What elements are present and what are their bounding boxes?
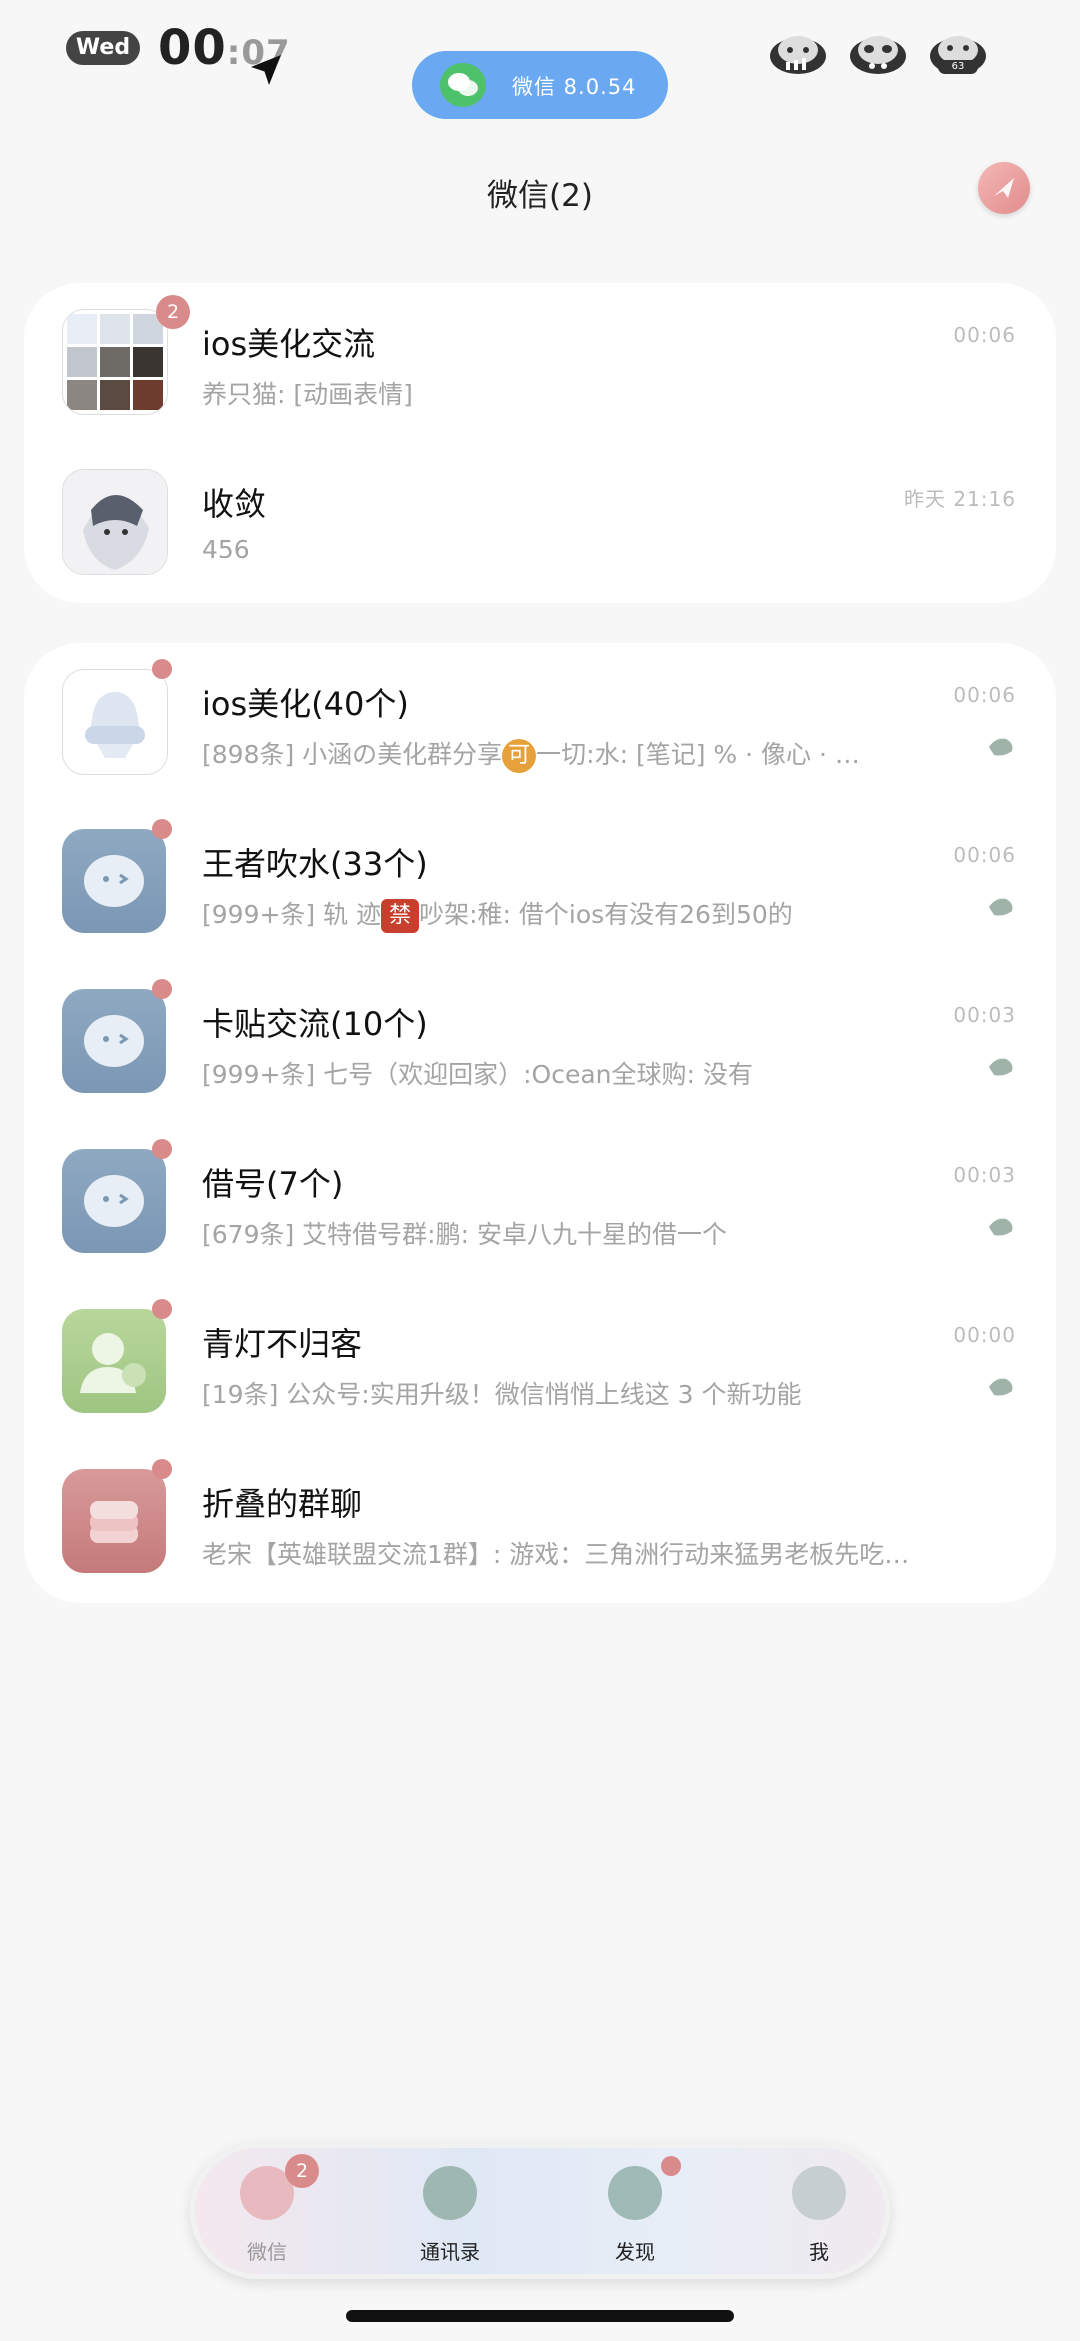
chat-row-ios-beautify[interactable]: ios美化(40个) [898条] 小涵の美化群分享可一切:水: [笔记] % … — [24, 643, 1056, 803]
chat-row-converge[interactable]: 收敛 456 昨天 21:16 — [24, 443, 1056, 603]
profile-pig-icon — [792, 2166, 846, 2220]
battery-panda-icon: 63 — [928, 30, 988, 76]
chat-row-ios-beautify-exchange[interactable]: 2 ios美化交流 养只猫: [动画表情] 00:06 — [24, 283, 1056, 443]
pinned-card: 2 ios美化交流 养只猫: [动画表情] 00:06 收敛 456 昨天 21… — [24, 283, 1056, 603]
preview-text-b: 一切:水: [笔记] % · 像心 · … — [536, 740, 860, 769]
preview-text-a: [999+条] 轨 迹 — [202, 900, 382, 929]
chat-row-qingdeng[interactable]: 青灯不归客 [19条] 公众号:实用升级！微信悄悄上线这 3 个新功能 00:0… — [24, 1283, 1056, 1443]
status-bar: Wed 00:07 微信 8.0.54 63 — [0, 0, 1080, 120]
ban-emoji-icon: 禁 — [381, 899, 420, 933]
signal-panda-icon — [768, 30, 828, 76]
mute-icon — [989, 738, 1013, 756]
chat-preview: [19条] 公众号:实用升级！微信悄悄上线这 3 个新功能 — [202, 1380, 802, 1409]
unread-dot — [152, 1299, 172, 1319]
wechat-logo-icon — [440, 63, 486, 107]
chat-time: 00:06 — [953, 683, 1016, 707]
compass-icon — [608, 2166, 662, 2220]
preview-text-a: [898条] 小涵の美化群分享 — [202, 740, 503, 769]
chats-card: ios美化(40个) [898条] 小涵の美化群分享可一切:水: [笔记] % … — [24, 643, 1056, 1603]
chat-time: 昨天 21:16 — [904, 487, 1016, 511]
chat-preview: 456 — [202, 535, 250, 564]
unread-dot — [152, 819, 172, 839]
chat-row-folded-groups[interactable]: 折叠的群聊 老宋【英雄联盟交流1群】: 游戏：三角洲行动来猛男老板先吃… — [24, 1443, 1056, 1603]
mute-icon — [989, 1378, 1013, 1396]
mute-icon — [989, 1058, 1013, 1076]
paper-plane-icon — [994, 178, 1014, 198]
tab-contacts-label: 通讯录 — [420, 2240, 480, 2264]
chat-name: 青灯不归客 — [202, 1325, 363, 1363]
tab-me-label: 我 — [809, 2240, 829, 2264]
contacts-icon — [423, 2166, 477, 2220]
mute-icon — [989, 898, 1013, 916]
day-pill: Wed — [66, 31, 140, 65]
chat-preview: 老宋【英雄联盟交流1群】: 游戏：三角洲行动来猛男老板先吃… — [202, 1540, 910, 1569]
group-avatar — [62, 989, 166, 1093]
chat-time: 00:03 — [953, 1163, 1016, 1187]
chat-preview: [679条] 艾特借号群:鹏: 安卓八九十星的借一个 — [202, 1220, 727, 1249]
unread-dot — [152, 659, 172, 679]
official-account-avatar — [62, 1309, 166, 1413]
wifi-panda-icon — [848, 30, 908, 76]
tab-me[interactable]: 我 — [759, 2148, 879, 2274]
page-title: 微信(2) — [487, 178, 593, 214]
tab-discover[interactable]: 发现 — [575, 2148, 695, 2274]
chat-row-card-sticker[interactable]: 卡贴交流(10个) [999+条] 七号（欢迎回家）:Ocean全球购: 没有 … — [24, 963, 1056, 1123]
location-arrow-icon — [251, 55, 281, 85]
tab-discover-label: 发现 — [615, 2240, 655, 2264]
unread-dot — [152, 979, 172, 999]
chat-name: ios美化(40个) — [202, 685, 409, 723]
tab-bar: 2 微信 通讯录 发现 我 — [190, 2143, 890, 2279]
chat-preview: [999+条] 七号（欢迎回家）:Ocean全球购: 没有 — [202, 1060, 753, 1089]
contact-avatar — [62, 469, 168, 575]
group-avatar — [62, 1149, 166, 1253]
chat-time: 00:06 — [953, 323, 1016, 347]
chat-preview: 养只猫: [动画表情] — [202, 380, 413, 409]
chat-name: 王者吹水(33个) — [202, 845, 428, 883]
group-avatar — [62, 309, 168, 415]
chat-row-king-chat[interactable]: 王者吹水(33个) [999+条] 轨 迹禁吵架:稚: 借个ios有没有26到5… — [24, 803, 1056, 963]
chat-name: ios美化交流 — [202, 325, 376, 363]
chat-name: 卡贴交流(10个) — [202, 1005, 428, 1043]
battery-level: 63 — [938, 60, 978, 74]
tab-wechat-label: 微信 — [247, 2240, 287, 2264]
group-avatar — [62, 669, 168, 775]
wechat-version-text: 微信 8.0.54 — [512, 75, 637, 99]
folded-groups-avatar — [62, 1469, 166, 1573]
tab-wechat-badge: 2 — [285, 2154, 319, 2188]
clock-main: 00 — [158, 20, 227, 76]
chat-time: 00:00 — [953, 1323, 1016, 1347]
chat-time: 00:03 — [953, 1003, 1016, 1027]
chat-time: 00:06 — [953, 843, 1016, 867]
group-avatar — [62, 829, 166, 933]
unread-dot — [152, 1459, 172, 1479]
unread-badge: 2 — [156, 295, 190, 329]
compose-button[interactable] — [978, 162, 1030, 214]
tab-wechat[interactable]: 2 微信 — [207, 2148, 327, 2274]
tab-contacts[interactable]: 通讯录 — [390, 2148, 510, 2274]
mute-icon — [989, 1218, 1013, 1236]
unread-dot — [152, 1139, 172, 1159]
chat-name: 收敛 — [202, 485, 267, 523]
preview-text-b: 吵架:稚: 借个ios有没有26到50的 — [419, 900, 793, 929]
ke-emoji-icon: 可 — [502, 739, 537, 773]
tab-discover-dot — [661, 2156, 681, 2176]
chat-name: 折叠的群聊 — [202, 1485, 363, 1523]
chat-preview: [999+条] 轨 迹禁吵架:稚: 借个ios有没有26到50的 — [202, 895, 793, 933]
chat-name: 借号(7个) — [202, 1165, 344, 1203]
wechat-version-pill[interactable]: 微信 8.0.54 — [412, 51, 668, 119]
home-indicator[interactable] — [346, 2310, 734, 2322]
chat-preview: [898条] 小涵の美化群分享可一切:水: [笔记] % · 像心 · … — [202, 735, 860, 773]
chat-row-borrow-account[interactable]: 借号(7个) [679条] 艾特借号群:鹏: 安卓八九十星的借一个 00:03 — [24, 1123, 1056, 1283]
